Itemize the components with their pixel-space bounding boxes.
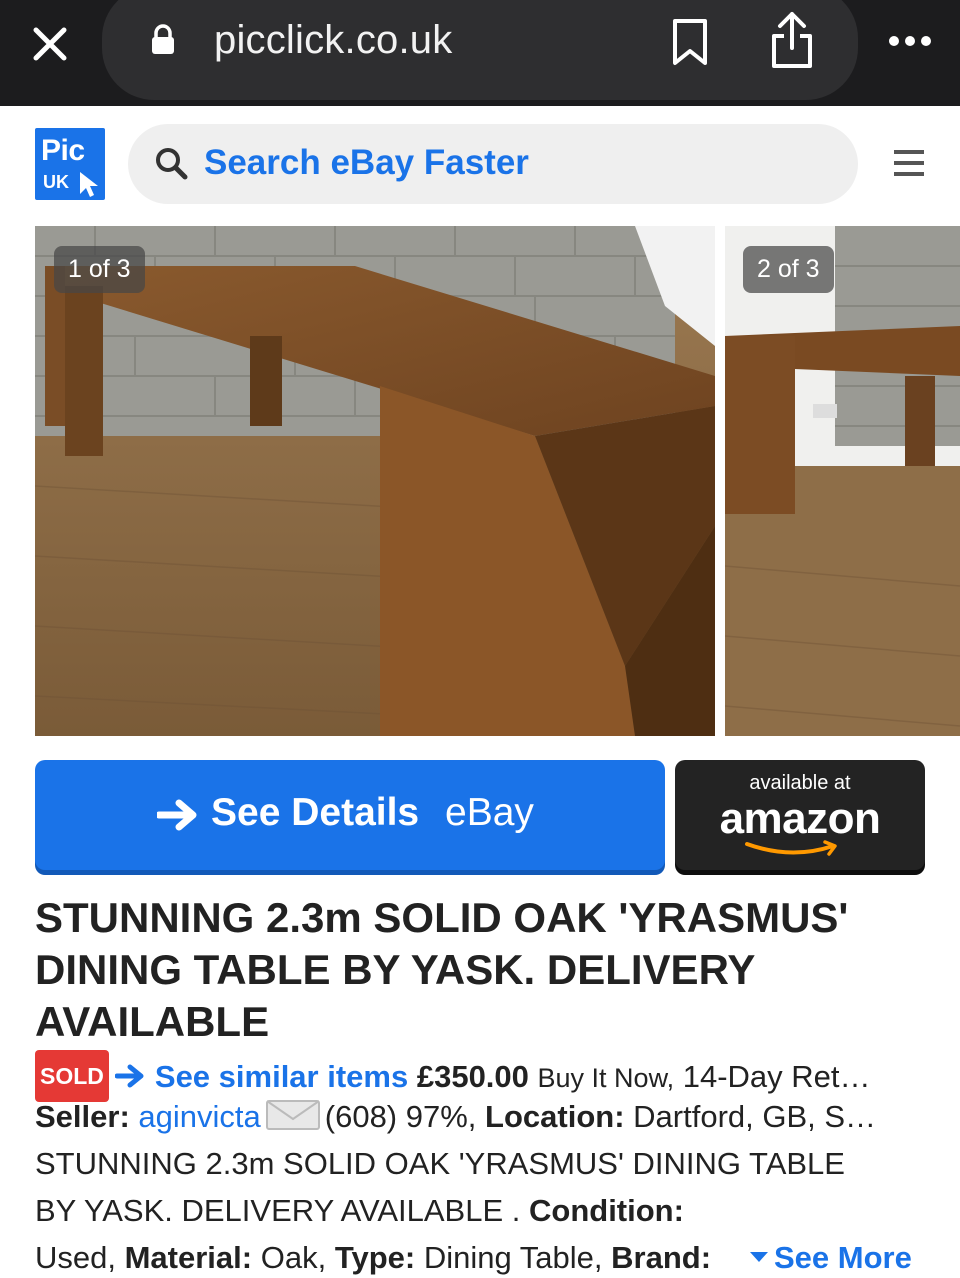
type-value: Dining Table, — [423, 1240, 603, 1275]
see-details-label: See Details — [211, 791, 420, 834]
chevron-down-icon — [750, 1252, 768, 1262]
sold-badge: SOLD — [35, 1050, 109, 1102]
type-label: Type: — [334, 1240, 416, 1275]
amazon-smile-icon — [745, 840, 837, 856]
bookmark-icon[interactable] — [670, 18, 710, 66]
url-text[interactable]: picclick.co.uk — [214, 18, 452, 63]
amazon-button[interactable]: available at amazon — [675, 760, 925, 870]
listing-title: STUNNING 2.3m SOLID OAK 'YRASMUS' DINING… — [35, 894, 849, 1045]
price: £350.00 — [416, 1059, 529, 1094]
see-similar-link[interactable]: See similar items — [155, 1059, 408, 1094]
photo-counter: 1 of 3 — [54, 246, 145, 293]
logo-text: Pic — [41, 134, 85, 167]
search-input[interactable]: Search eBay Faster — [128, 124, 858, 204]
seller-feedback: (608) 97%, — [324, 1099, 477, 1134]
cursor-icon — [80, 172, 98, 197]
close-icon[interactable] — [26, 20, 74, 68]
product-photo-1[interactable] — [35, 226, 715, 736]
location-value: Dartford, GB, S… — [633, 1099, 877, 1134]
seller-line: Seller: aginvicta (608) 97%, Location: Da… — [35, 1097, 925, 1137]
seller-label: Seller: — [35, 1099, 130, 1134]
description-text: BY YASK. DELIVERY AVAILABLE . — [35, 1193, 521, 1228]
logo-region: UK — [43, 172, 69, 192]
condition-value: Used, — [35, 1240, 116, 1275]
condition-label: Condition: — [529, 1193, 684, 1228]
lock-icon — [152, 24, 174, 54]
ebay-label: eBay — [445, 791, 534, 834]
material-value: Oak, — [260, 1240, 327, 1275]
browser-toolbar: picclick.co.uk — [0, 0, 960, 106]
seller-link[interactable]: aginvicta — [138, 1099, 260, 1134]
picclick-logo[interactable]: Pic UK — [35, 128, 105, 200]
material-label: Material: — [124, 1240, 253, 1275]
search-icon — [156, 148, 188, 180]
buy-type: Buy It Now, — [537, 1063, 675, 1093]
arrow-right-icon — [114, 1064, 144, 1088]
see-details-ebay-button[interactable]: See Details eBay — [35, 760, 665, 870]
returns: 14-Day Ret… — [682, 1059, 871, 1094]
share-icon[interactable] — [768, 10, 816, 70]
available-at-label: available at — [749, 772, 851, 794]
price-line: SOLD See similar items £350.00 Buy It Now… — [35, 1050, 925, 1102]
arrow-right-icon — [157, 799, 197, 831]
product-photo-2[interactable] — [725, 226, 960, 736]
description-line: STUNNING 2.3m SOLID OAK 'YRASMUS' DINING… — [35, 1146, 845, 1181]
search-placeholder: Search eBay Faster — [204, 143, 529, 182]
mail-icon[interactable] — [265, 1099, 321, 1131]
amazon-logo: amazon — [719, 794, 881, 843]
see-more-label: See More — [774, 1240, 912, 1275]
see-more-button[interactable]: See More — [748, 1238, 960, 1278]
photo-counter: 2 of 3 — [743, 246, 834, 293]
description-line: BY YASK. DELIVERY AVAILABLE . Condition: — [35, 1191, 925, 1231]
brand-label: Brand: — [611, 1240, 712, 1275]
menu-icon[interactable] — [894, 148, 924, 178]
more-icon[interactable] — [888, 34, 932, 48]
location-label: Location: — [485, 1099, 625, 1134]
